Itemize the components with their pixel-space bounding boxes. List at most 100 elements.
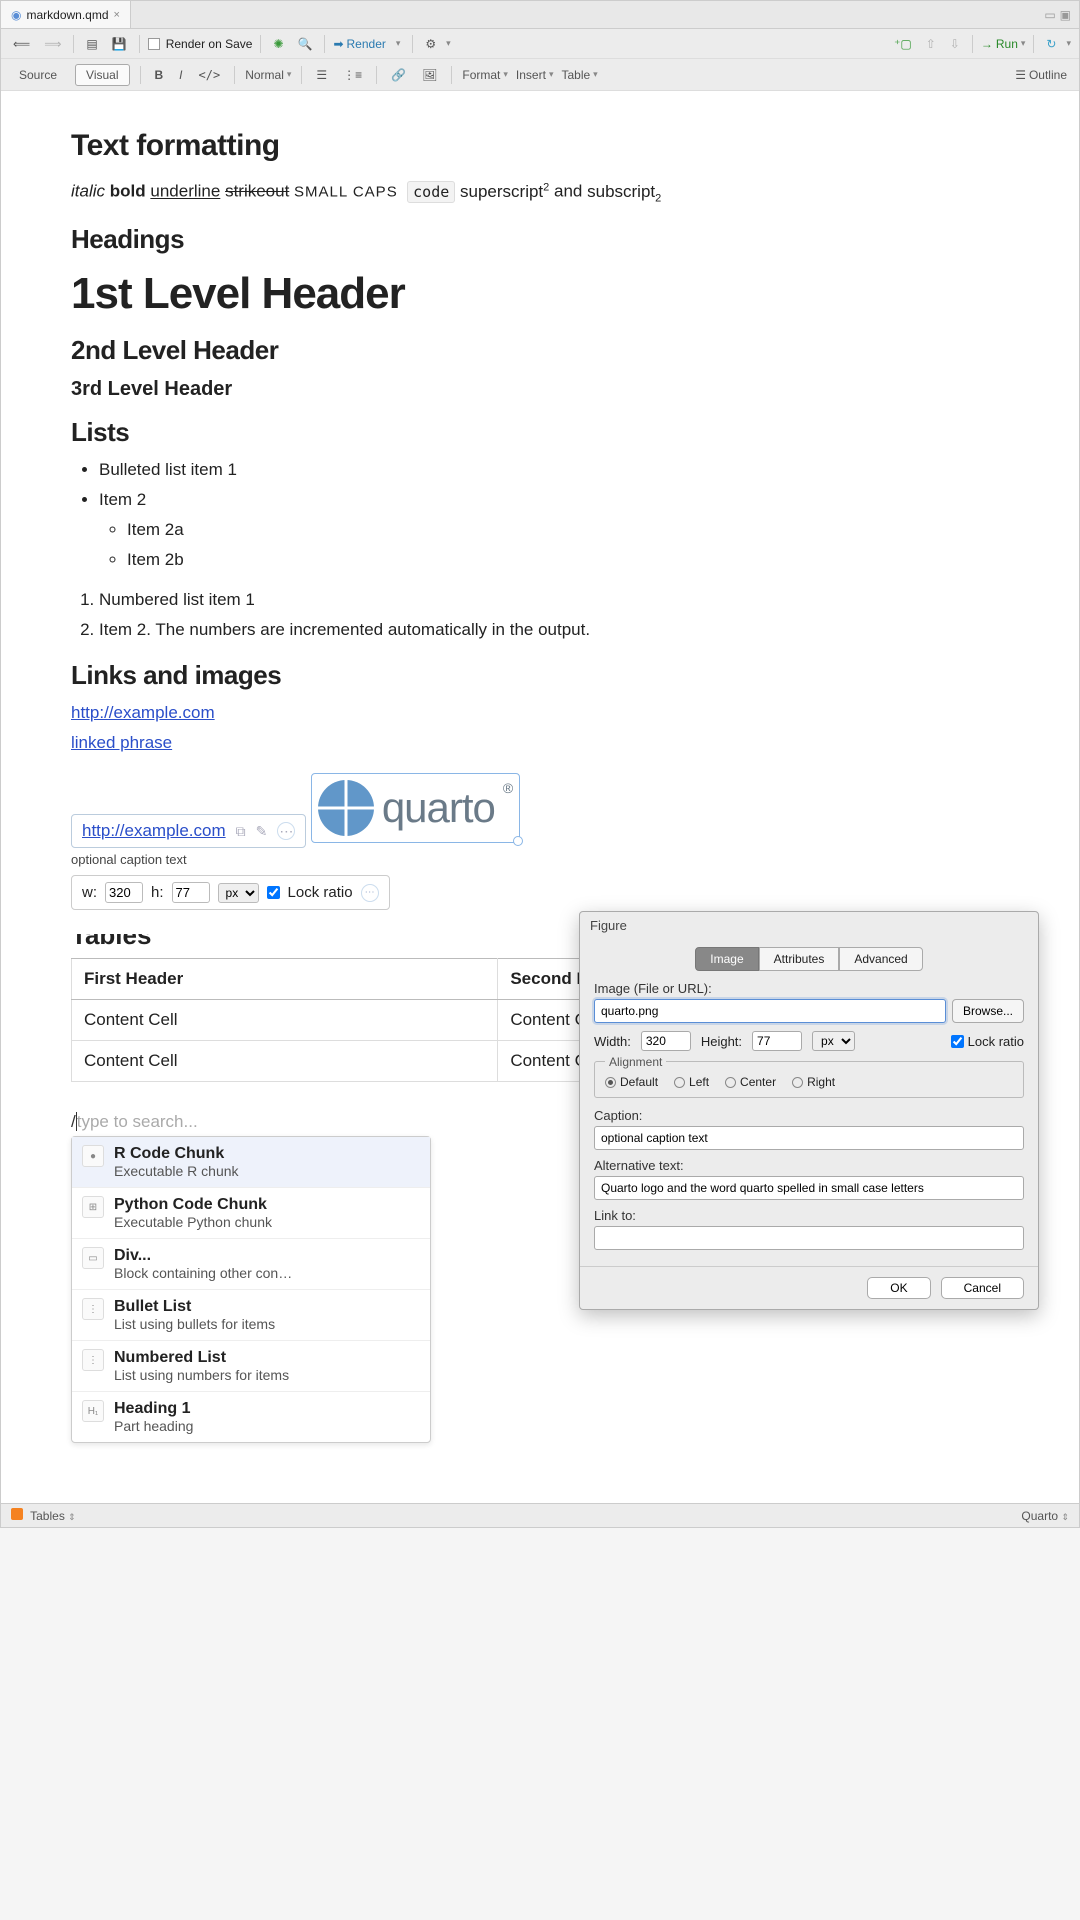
- link-example-1[interactable]: http://example.com: [71, 703, 215, 722]
- heading-links: Links and images: [71, 660, 1009, 691]
- render-arrow-icon: ➡: [333, 37, 343, 51]
- cancel-button[interactable]: Cancel: [941, 1277, 1024, 1299]
- dlg-lock-ratio-checkbox[interactable]: [951, 1035, 964, 1048]
- status-right[interactable]: Quarto ⇕: [1021, 1509, 1069, 1523]
- align-right[interactable]: Right: [792, 1075, 835, 1089]
- image-size-toolbar: w: h: px Lock ratio ⋯: [71, 875, 390, 910]
- file-tab[interactable]: ◉ markdown.qmd ×: [1, 1, 131, 28]
- image-button[interactable]: 🖼: [418, 66, 441, 84]
- spellcheck-button[interactable]: ✺: [269, 35, 287, 53]
- maximize-pane-icon[interactable]: ▣: [1060, 8, 1071, 22]
- find-button[interactable]: 🔍: [294, 35, 317, 53]
- gear-icon[interactable]: ⚙: [421, 35, 440, 53]
- close-tab-icon[interactable]: ×: [114, 9, 120, 21]
- run-button[interactable]: → Run ▾: [981, 37, 1026, 51]
- tab-attributes[interactable]: Attributes: [759, 947, 840, 971]
- block-format-dropdown[interactable]: Normal▾: [245, 68, 291, 82]
- dlg-width-input[interactable]: [641, 1031, 691, 1051]
- image-more-icon[interactable]: ⋯: [361, 884, 379, 902]
- figure-dialog: Figure Image Attributes Advanced Image (…: [579, 911, 1039, 1310]
- copy-link-icon[interactable]: ⧉: [236, 823, 246, 840]
- quarto-logo-icon: [318, 780, 374, 836]
- source-mode-button[interactable]: Source: [9, 65, 67, 85]
- cmd-heading-1[interactable]: H₁ Heading 1Part heading: [72, 1392, 430, 1442]
- show-in-pane-button[interactable]: ▤: [82, 35, 101, 53]
- link-phrase[interactable]: linked phrase: [71, 733, 172, 752]
- link-example-2[interactable]: http://example.com: [82, 821, 226, 841]
- unit-select[interactable]: px: [218, 883, 259, 903]
- format-toolbar: Source Visual B I </> Normal▾ ☰ ⋮≡ 🔗 🖼 F…: [1, 59, 1079, 91]
- edit-link-icon[interactable]: ✎: [256, 823, 268, 840]
- list-item: Bulleted list item 1: [99, 460, 1009, 480]
- cmd-python-code-chunk[interactable]: ⊞ Python Code ChunkExecutable Python chu…: [72, 1188, 430, 1239]
- editor-window: ◉ markdown.qmd × ▭ ▣ ⟸ ⟹ ▤ 💾 Render on S…: [0, 0, 1080, 1528]
- format-menu[interactable]: Format ▾: [462, 68, 508, 82]
- dlg-unit-select[interactable]: px: [812, 1031, 855, 1051]
- h1-sample: 1st Level Header: [71, 269, 1009, 319]
- table-menu[interactable]: Table ▾: [561, 68, 597, 82]
- browse-button[interactable]: Browse...: [952, 999, 1024, 1023]
- code-button[interactable]: </>: [195, 66, 225, 84]
- strikeout-sample: strikeout: [225, 182, 289, 201]
- forward-button[interactable]: ⟹: [40, 35, 65, 53]
- outline-icon: ☰: [1015, 68, 1026, 82]
- linkto-input[interactable]: [594, 1226, 1024, 1250]
- align-default[interactable]: Default: [605, 1075, 658, 1089]
- height-input[interactable]: [172, 882, 210, 903]
- save-button[interactable]: 💾: [108, 35, 131, 53]
- insert-chunk-button[interactable]: ⁺▢: [890, 35, 916, 53]
- numbered-list-icon: ⋮: [82, 1349, 104, 1371]
- gear-dropdown[interactable]: ▾: [446, 38, 451, 49]
- status-left[interactable]: Tables ⇕: [11, 1508, 76, 1523]
- image-selection[interactable]: quarto ®: [311, 773, 520, 843]
- alt-text-input[interactable]: [594, 1176, 1024, 1200]
- main-toolbar: ⟸ ⟹ ▤ 💾 Render on Save ✺ 🔍 ➡ Render ▾ ⚙ …: [1, 29, 1079, 59]
- lock-ratio-checkbox[interactable]: [267, 886, 280, 899]
- link-more-icon[interactable]: ⋯: [277, 822, 295, 840]
- bold-button[interactable]: B: [151, 66, 168, 84]
- align-left[interactable]: Left: [674, 1075, 709, 1089]
- list-item: Item 2. The numbers are incremented auto…: [99, 620, 1009, 640]
- render-on-save-checkbox[interactable]: [148, 38, 160, 50]
- cmd-numbered-list[interactable]: ⋮ Numbered ListList using numbers for it…: [72, 1341, 430, 1392]
- link-button[interactable]: 🔗: [387, 66, 410, 84]
- smallcaps-sample: SMALL CAPS: [294, 184, 398, 201]
- height-label: h:: [151, 884, 164, 901]
- caption-input[interactable]: [594, 1126, 1024, 1150]
- visual-mode-button[interactable]: Visual: [75, 64, 129, 86]
- minimize-pane-icon[interactable]: ▭: [1044, 8, 1055, 22]
- python-chunk-icon: ⊞: [82, 1196, 104, 1218]
- quarto-logo-text: quarto: [382, 784, 495, 832]
- width-input[interactable]: [105, 882, 143, 903]
- image-url-label: Image (File or URL):: [594, 981, 1024, 996]
- cmd-div[interactable]: ▭ Div...Block containing other con…: [72, 1239, 430, 1290]
- bullet-list-button[interactable]: ☰: [312, 66, 331, 84]
- go-down-button[interactable]: ⇩: [946, 35, 964, 53]
- lock-ratio-label: Lock ratio: [288, 884, 353, 901]
- numbered-list-button[interactable]: ⋮≡: [339, 66, 366, 84]
- align-center[interactable]: Center: [725, 1075, 776, 1089]
- tab-image[interactable]: Image: [695, 947, 758, 971]
- formatting-sample: italic bold underline strikeout SMALL CA…: [71, 181, 1009, 204]
- cmd-bullet-list[interactable]: ⋮ Bullet ListList using bullets for item…: [72, 1290, 430, 1341]
- ok-button[interactable]: OK: [867, 1277, 930, 1299]
- sub-list: Item 2a Item 2b: [127, 520, 1009, 570]
- dlg-height-input[interactable]: [752, 1031, 802, 1051]
- run-arrow-icon: →: [981, 37, 993, 51]
- tab-advanced[interactable]: Advanced: [839, 947, 922, 971]
- render-options-dropdown[interactable]: ▾: [392, 36, 405, 51]
- go-up-button[interactable]: ⇧: [922, 35, 940, 53]
- outline-button[interactable]: ☰ Outline: [1011, 66, 1071, 84]
- render-button[interactable]: ➡ Render: [333, 37, 385, 51]
- cmd-r-code-chunk[interactable]: ● R Code ChunkExecutable R chunk: [72, 1137, 430, 1188]
- back-button[interactable]: ⟸: [9, 35, 34, 53]
- dlg-lock-ratio-label: Lock ratio: [968, 1034, 1024, 1049]
- insert-menu[interactable]: Insert ▾: [516, 68, 554, 82]
- image-url-input[interactable]: [594, 999, 946, 1023]
- italic-button[interactable]: I: [175, 66, 186, 84]
- table-header: First Header: [72, 959, 498, 1000]
- r-chunk-icon: ●: [82, 1145, 104, 1167]
- publish-button[interactable]: ↻: [1042, 35, 1060, 53]
- dlg-height-label: Height:: [701, 1034, 742, 1049]
- publish-dropdown[interactable]: ▾: [1066, 38, 1071, 49]
